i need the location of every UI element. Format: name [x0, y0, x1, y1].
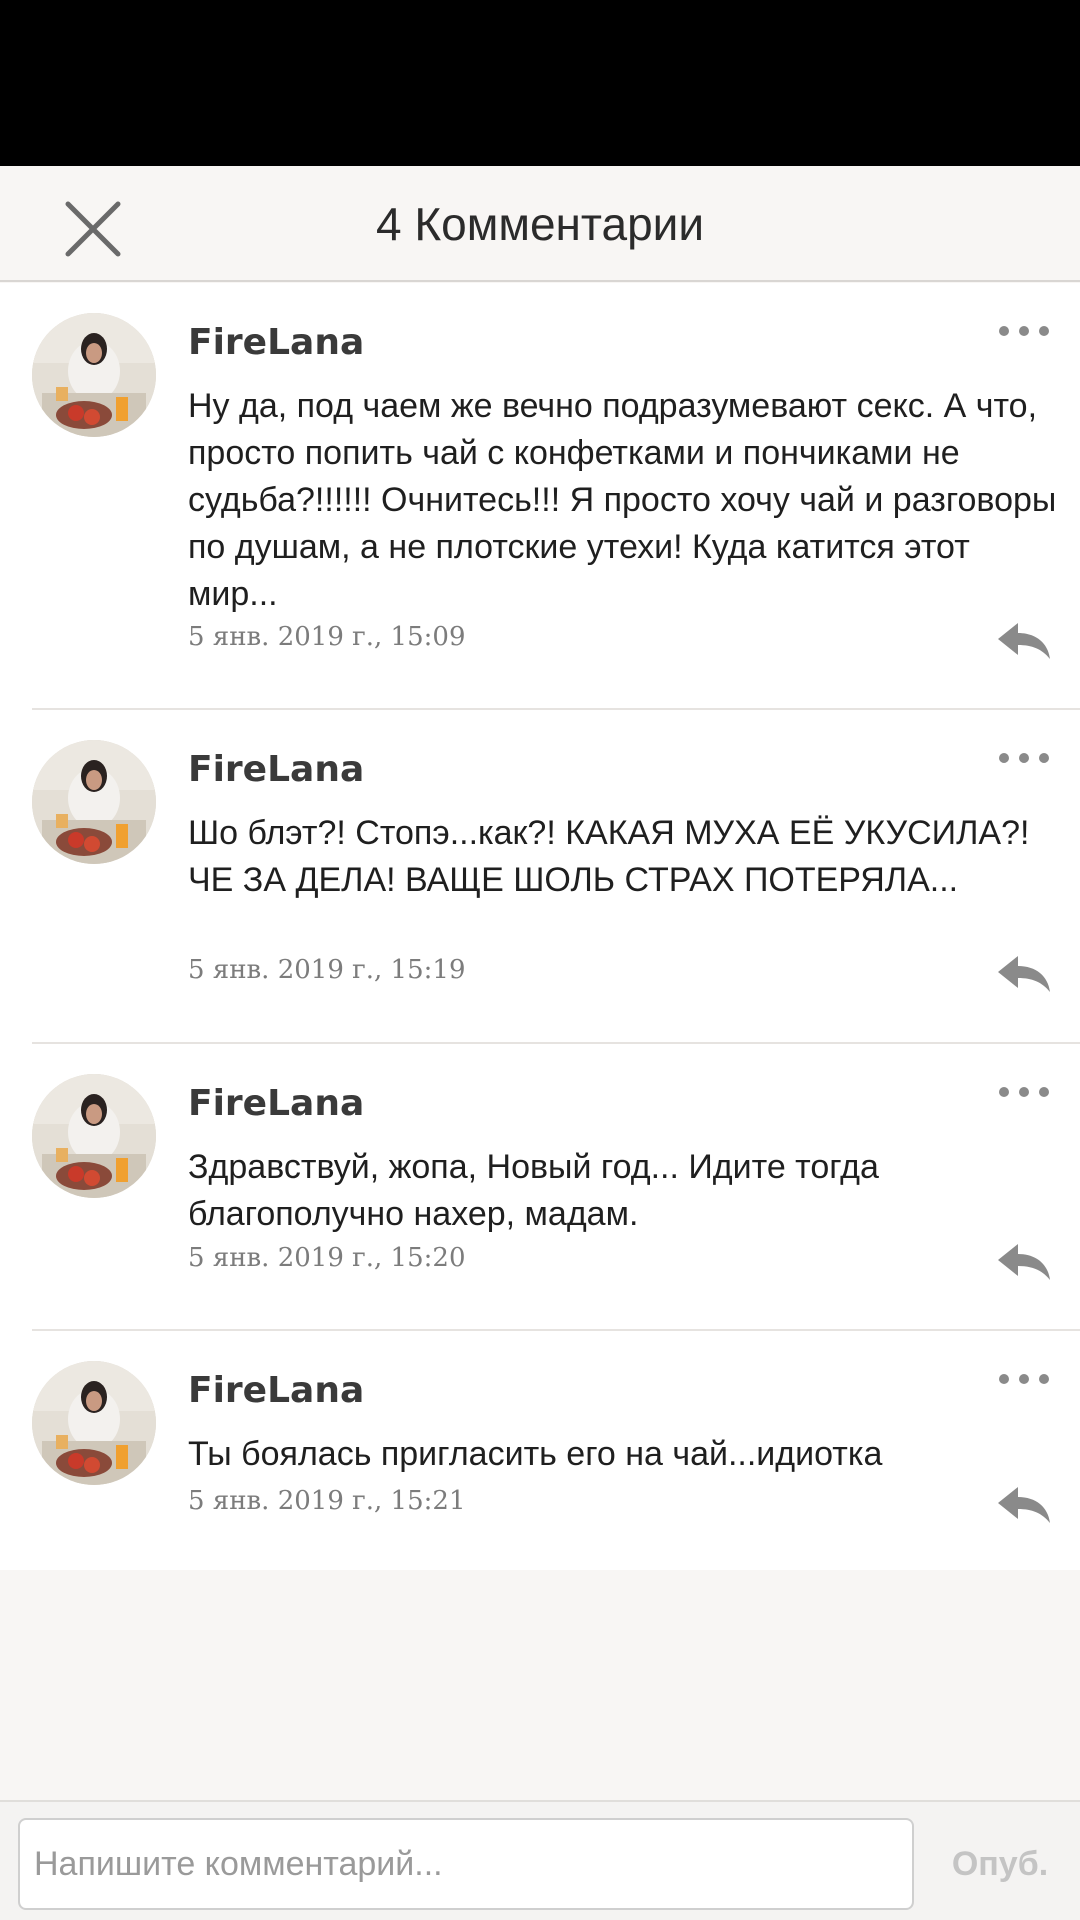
- more-dots-icon: [999, 753, 1049, 763]
- more-options-button[interactable]: [998, 1080, 1050, 1104]
- reply-button[interactable]: [996, 1483, 1052, 1527]
- avatar-image: [32, 1361, 156, 1485]
- reply-button[interactable]: [996, 952, 1052, 996]
- reply-icon: [998, 1244, 1050, 1280]
- reply-button[interactable]: [996, 1240, 1052, 1284]
- comment-item: FireLana Ну да, под чаем же вечно подраз…: [0, 283, 1080, 710]
- comment-input[interactable]: [18, 1818, 914, 1910]
- more-dots-icon: [999, 1087, 1049, 1097]
- more-dots-icon: [999, 326, 1049, 336]
- avatar[interactable]: [32, 1361, 156, 1485]
- page-title: 4 Комментарии: [375, 198, 705, 250]
- comment-text: Ты боялась пригласить его на чай...идиот…: [188, 1435, 883, 1473]
- avatar[interactable]: [32, 313, 156, 437]
- comment-author[interactable]: FireLana: [188, 744, 364, 796]
- comment-author[interactable]: FireLana: [188, 1365, 364, 1417]
- reply-icon: [998, 623, 1050, 659]
- comment-timestamp: 5 янв. 2019 г., 15:21: [188, 1486, 466, 1516]
- publish-button[interactable]: Опуб.: [940, 1818, 1060, 1910]
- avatar-image: [32, 1074, 156, 1198]
- comment-author[interactable]: FireLana: [188, 1078, 364, 1130]
- comment-text: Здравствуй, жопа, Новый год... Идите тог…: [188, 1148, 879, 1233]
- more-options-button[interactable]: [998, 319, 1050, 343]
- comment-text: Ну да, под чаем же вечно подразумевают с…: [188, 387, 1057, 613]
- more-dots-icon: [999, 1374, 1049, 1384]
- avatar-image: [32, 740, 156, 864]
- comment-timestamp: 5 янв. 2019 г., 15:19: [188, 955, 466, 985]
- comment-timestamp: 5 янв. 2019 г., 15:20: [188, 1243, 466, 1273]
- comment-item: FireLana Здравствуй, жопа, Новый год... …: [0, 1044, 1080, 1331]
- reply-icon: [998, 956, 1050, 992]
- more-options-button[interactable]: [998, 746, 1050, 770]
- reply-icon: [998, 1487, 1050, 1523]
- avatar[interactable]: [32, 740, 156, 864]
- more-options-button[interactable]: [998, 1367, 1050, 1391]
- comment-text: Шо блэт?! Стопэ...как?! КАКАЯ МУХА ЕЁ УК…: [188, 814, 1030, 899]
- avatar[interactable]: [32, 1074, 156, 1198]
- comment-timestamp: 5 янв. 2019 г., 15:09: [188, 622, 466, 652]
- avatar-image: [32, 313, 156, 437]
- comment-compose-bar: Опуб.: [0, 1800, 1080, 1920]
- comment-author[interactable]: FireLana: [188, 317, 364, 369]
- status-bar: [0, 0, 1080, 166]
- header: 4 Комментарии: [0, 166, 1080, 282]
- comment-item: FireLana Ты боялась пригласить его на ча…: [0, 1331, 1080, 1570]
- comment-item: FireLana Шо блэт?! Стопэ...как?! КАКАЯ М…: [0, 710, 1080, 1044]
- comments-list: FireLana Ну да, под чаем же вечно подраз…: [0, 283, 1080, 1570]
- reply-button[interactable]: [996, 619, 1052, 663]
